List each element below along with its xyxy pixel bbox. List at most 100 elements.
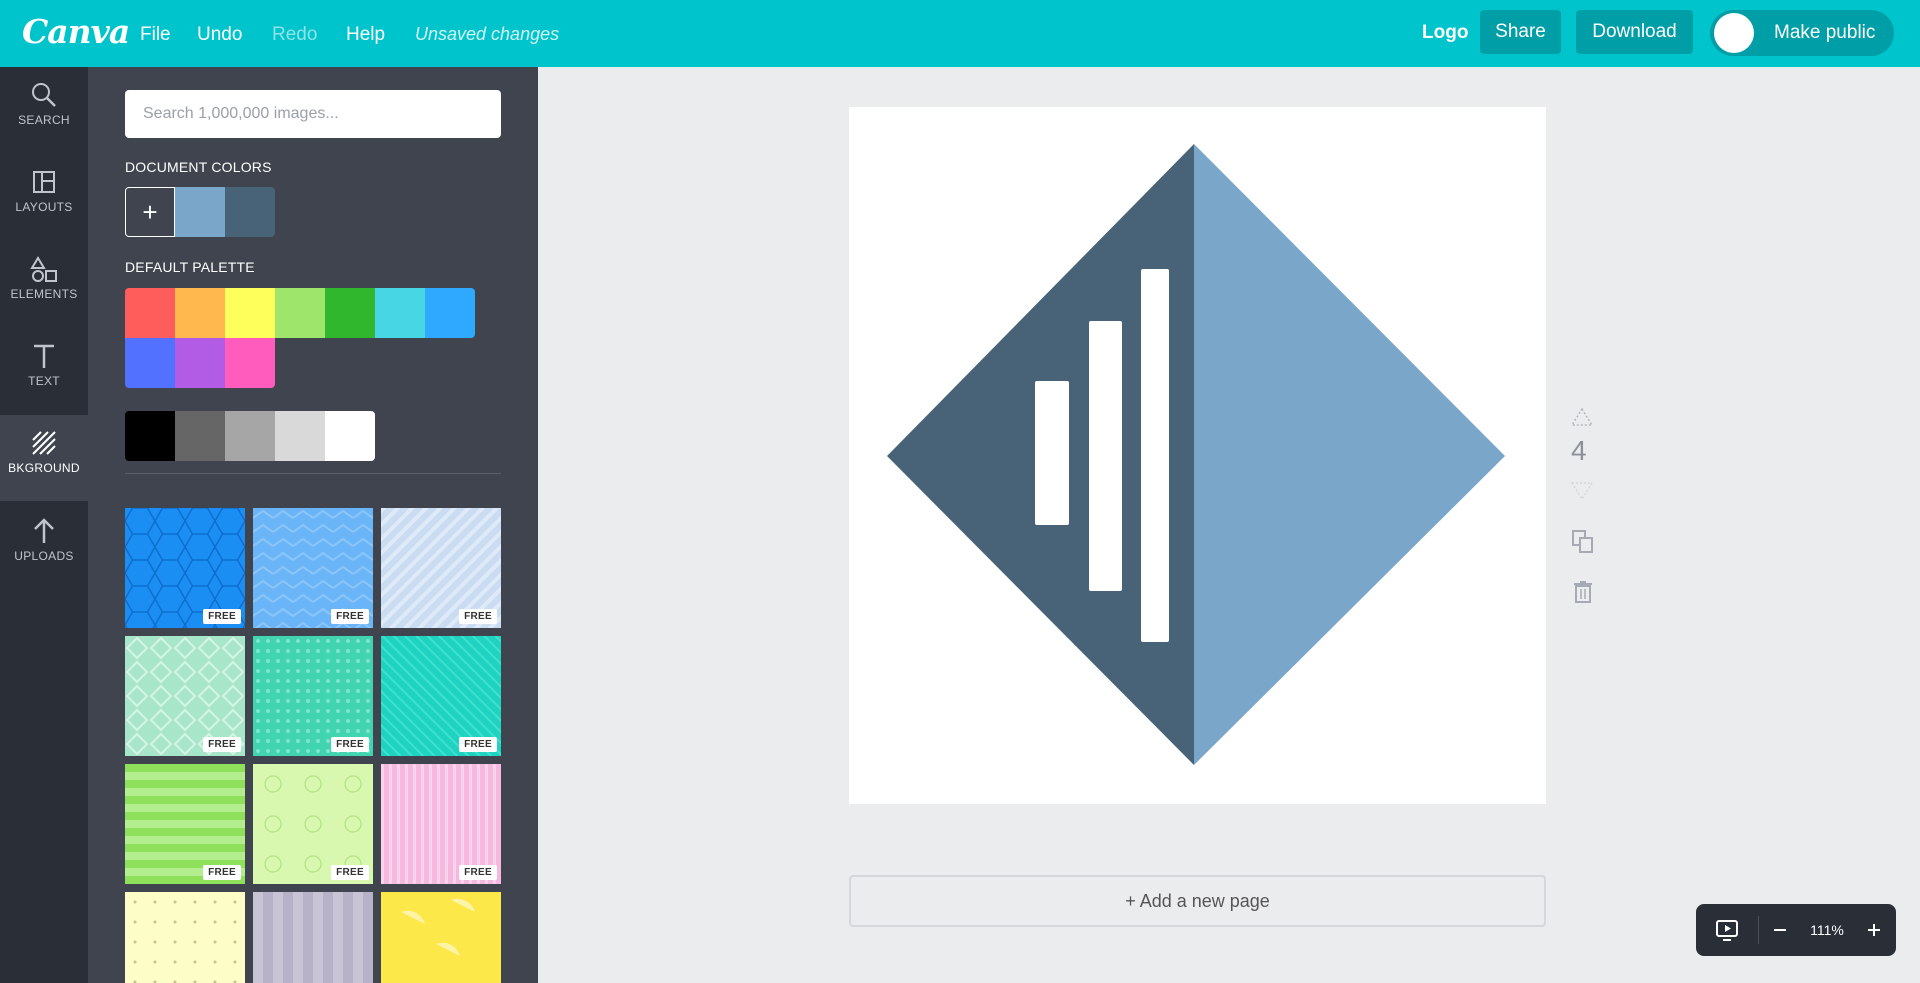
rail-item-background[interactable]: BKGROUND [0,415,88,501]
minus-icon [1774,929,1786,931]
undo-button[interactable]: Undo [197,24,242,46]
palette-swatch-black[interactable] [125,411,175,461]
present-icon [1716,920,1738,941]
zoom-in-button[interactable] [1853,904,1895,956]
palette-swatch-white[interactable] [325,411,375,461]
background-tile[interactable]: FREE [381,636,501,756]
background-tile[interactable]: FREE [125,764,245,884]
grayscale-row [125,411,375,461]
free-badge: FREE [203,737,241,752]
medium-bar[interactable] [1089,321,1122,591]
plus-icon [1868,924,1880,936]
free-badge: FREE [459,737,497,752]
side-rail: SEARCH LAYOUTS ELEMENTS TEXT BKGROUND UP… [0,67,88,983]
document-colors-title: DOCUMENT COLORS [125,159,272,175]
lavender-stripe-pattern [253,892,373,983]
text-icon [34,344,54,368]
palette-swatch-light-gray[interactable] [275,411,325,461]
image-search-input[interactable] [125,90,501,138]
palette-swatch-light-green[interactable] [275,288,325,338]
rail-item-text[interactable]: TEXT [0,328,88,414]
share-button[interactable]: Share [1480,10,1561,54]
make-public-toggle[interactable]: Make public [1710,10,1894,56]
help-menu[interactable]: Help [346,24,385,46]
rail-label-search: SEARCH [18,113,70,127]
add-color-button[interactable]: + [125,187,175,237]
delete-page-button[interactable] [1573,580,1593,609]
tall-bar[interactable] [1141,269,1169,642]
panel-divider [125,473,501,474]
document-color-swatch[interactable] [175,187,225,237]
background-tile[interactable]: FREE [253,764,373,884]
cream-dot-pattern [125,892,245,983]
palette-swatch-red[interactable] [125,288,175,338]
save-status: Unsaved changes [415,24,560,44]
download-button[interactable]: Download [1576,10,1693,54]
canva-logo[interactable]: Canva [22,12,130,51]
background-icon [32,431,56,455]
trash-icon [1574,581,1592,603]
background-tile[interactable]: FREE [125,508,245,628]
redo-button[interactable]: Redo [272,24,317,46]
move-up-icon [1570,407,1594,426]
palette-swatch-yellow[interactable] [225,288,275,338]
palette-row [125,288,475,338]
page-number: 4 [1571,435,1587,466]
right-triangle[interactable] [1194,144,1505,765]
rail-item-elements[interactable]: ELEMENTS [0,241,88,327]
palette-swatch-pink[interactable] [225,338,275,388]
document-color-swatch[interactable] [225,187,275,237]
logo-artwork[interactable] [849,107,1546,804]
zoom-out-button[interactable] [1759,904,1801,956]
palette-swatch-orange[interactable] [175,288,225,338]
design-page[interactable] [849,107,1546,804]
background-tile[interactable]: FREE [125,636,245,756]
move-up-control[interactable] [1570,407,1594,432]
rail-label-uploads: UPLOADS [14,549,74,563]
yellow-lemon-pattern [381,892,501,983]
presentation-button[interactable] [1696,904,1758,956]
document-title[interactable]: Logo [1422,22,1468,44]
elements-icon [30,256,57,282]
rail-item-uploads[interactable]: UPLOADS [0,503,88,589]
background-tile[interactable]: FREE [381,764,501,884]
palette-swatch-gray[interactable] [225,411,275,461]
free-badge: FREE [459,609,497,624]
palette-row [125,338,275,388]
rail-item-layouts[interactable]: LAYOUTS [0,154,88,240]
top-bar: Canva File Undo Redo Help Unsaved change… [0,0,1920,67]
background-grid: FREE FREE FREE FREE FREE FREE FREE FREE … [125,508,501,983]
free-badge: FREE [331,609,369,624]
palette-swatch-cyan[interactable] [375,288,425,338]
default-palette-title: DEFAULT PALETTE [125,259,255,275]
move-down-icon [1570,482,1594,501]
zoom-level[interactable]: 111% [1801,904,1853,956]
free-badge: FREE [331,737,369,752]
canvas-area: 4 + Add a new page 111% [538,67,1920,983]
background-tile[interactable]: FREE [253,636,373,756]
palette-swatch-green[interactable] [325,288,375,338]
palette-swatch-indigo[interactable] [125,338,175,388]
background-tile[interactable]: FREE [381,508,501,628]
rail-label-layouts: LAYOUTS [15,200,73,214]
rail-item-search[interactable]: SEARCH [0,67,88,153]
background-tile[interactable]: FREE [253,508,373,628]
zoom-controls: 111% [1696,904,1896,956]
palette-swatch-dark-gray[interactable] [175,411,225,461]
background-tile[interactable] [253,892,373,983]
file-menu[interactable]: File [140,24,171,46]
free-badge: FREE [203,865,241,880]
palette-swatch-blue[interactable] [425,288,475,338]
add-page-button[interactable]: + Add a new page [849,875,1546,927]
rail-label-background: BKGROUND [8,461,80,475]
duplicate-page-button[interactable] [1571,529,1595,560]
background-tile[interactable] [381,892,501,983]
background-tile[interactable] [125,892,245,983]
palette-swatch-purple[interactable] [175,338,225,388]
move-down-control[interactable] [1570,481,1594,506]
layouts-icon [33,171,55,193]
upload-icon [34,518,54,543]
free-badge: FREE [331,865,369,880]
free-badge: FREE [203,609,241,624]
short-bar[interactable] [1035,381,1069,525]
